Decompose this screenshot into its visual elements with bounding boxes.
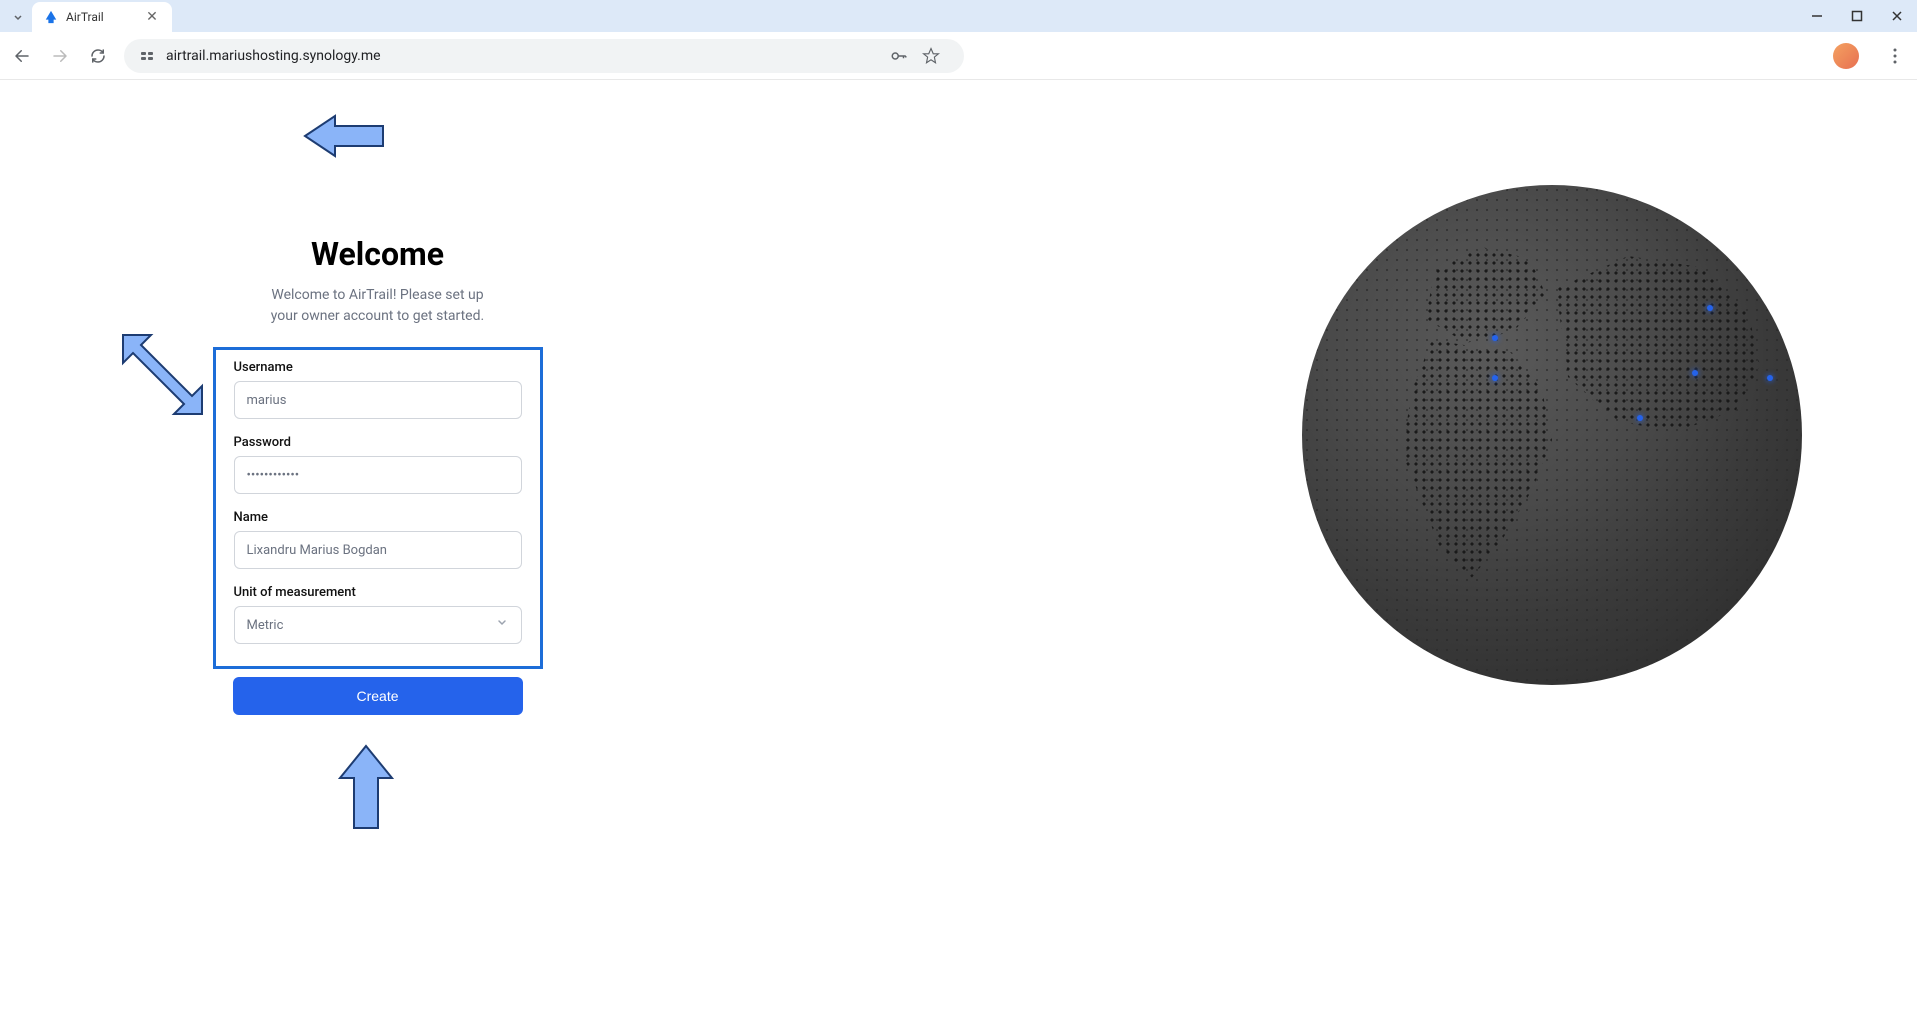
- close-window-button[interactable]: [1885, 4, 1909, 28]
- page-title: Welcome: [311, 235, 444, 273]
- globe-marker: [1767, 375, 1773, 381]
- annotation-arrow-form-icon: [118, 330, 204, 416]
- password-label: Password: [234, 435, 522, 450]
- chevron-down-icon: [495, 616, 509, 634]
- globe-marker: [1707, 305, 1713, 311]
- globe-visualization: [1302, 185, 1802, 685]
- airtrail-favicon-icon: [44, 10, 58, 24]
- annotation-arrow-button-icon: [336, 744, 396, 832]
- url-text: airtrail.mariushosting.synology.me: [166, 48, 880, 64]
- forward-button[interactable]: [48, 44, 72, 68]
- password-key-icon[interactable]: [890, 47, 908, 65]
- profile-avatar[interactable]: [1833, 43, 1859, 69]
- maximize-button[interactable]: [1845, 4, 1869, 28]
- window-controls: [1805, 4, 1909, 28]
- browser-menu-button[interactable]: [1883, 44, 1907, 68]
- create-button[interactable]: Create: [233, 677, 523, 715]
- username-input[interactable]: marius: [234, 381, 522, 419]
- username-label: Username: [234, 360, 522, 375]
- tab-search-button[interactable]: [4, 4, 32, 32]
- tab-title: AirTrail: [66, 10, 104, 24]
- name-input[interactable]: Lixandru Marius Bogdan: [234, 531, 522, 569]
- globe-marker: [1637, 415, 1643, 421]
- name-label: Name: [234, 510, 522, 525]
- page-content: Welcome Welcome to AirTrail! Please set …: [0, 80, 1917, 1027]
- bookmark-star-icon[interactable]: [922, 47, 940, 65]
- unit-select[interactable]: Metric: [234, 606, 522, 644]
- close-tab-button[interactable]: ✕: [144, 9, 160, 25]
- browser-tab-strip: AirTrail ✕: [0, 0, 1917, 32]
- browser-toolbar: airtrail.mariushosting.synology.me: [0, 32, 1917, 80]
- page-subtitle: Welcome to AirTrail! Please set up your …: [271, 285, 484, 327]
- site-settings-icon[interactable]: [138, 47, 156, 65]
- setup-panel: Welcome Welcome to AirTrail! Please set …: [0, 80, 755, 1027]
- annotation-arrow-url-icon: [303, 109, 387, 163]
- unit-label: Unit of measurement: [234, 585, 522, 600]
- password-input[interactable]: ••••••••••••: [234, 456, 522, 494]
- globe-marker: [1492, 375, 1498, 381]
- globe-marker: [1492, 335, 1498, 341]
- back-button[interactable]: [10, 44, 34, 68]
- minimize-button[interactable]: [1805, 4, 1829, 28]
- setup-form: Username marius Password •••••••••••• Na…: [213, 347, 543, 669]
- globe-marker: [1692, 370, 1698, 376]
- reload-button[interactable]: [86, 44, 110, 68]
- browser-tab[interactable]: AirTrail ✕: [32, 2, 172, 32]
- address-bar[interactable]: airtrail.mariushosting.synology.me: [124, 39, 964, 73]
